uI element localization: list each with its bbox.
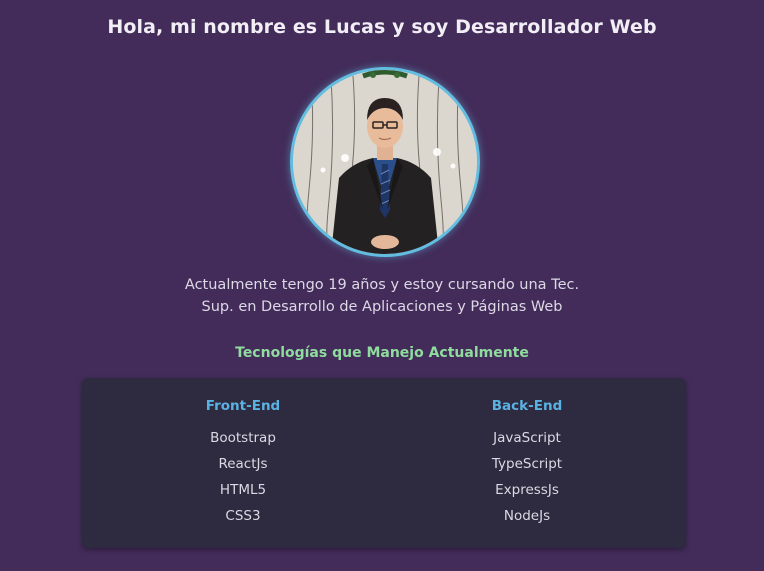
bio-line-2: Sup. en Desarrollo de Aplicaciones y Pág… [201,299,563,315]
frontend-item: HTML5 [219,482,267,498]
frontend-column: Front-End Bootstrap ReactJs HTML5 CSS3 [92,398,394,529]
frontend-title: Front-End [205,398,281,414]
backend-title: Back-End [491,398,563,414]
page-title: Hola, mi nombre es Lucas y soy Desarroll… [107,16,657,38]
backend-item: NodeJs [503,508,551,524]
technologies-panel: Front-End Bootstrap ReactJs HTML5 CSS3 B… [82,378,686,548]
profile-photo [290,67,480,257]
backend-item: ExpressJs [495,482,559,498]
technologies-heading: Tecnologías que Manejo Actualmente [235,345,529,361]
frontend-item: ReactJs [218,456,268,472]
bio-text: Actualmente tengo 19 años y estoy cursan… [0,274,764,318]
backend-item: TypeScript [491,456,563,472]
person-portrait-icon [293,70,477,254]
frontend-item: CSS3 [225,508,261,524]
frontend-item: Bootstrap [210,430,276,446]
backend-item: JavaScript [493,430,561,446]
bio-line-1: Actualmente tengo 19 años y estoy cursan… [184,277,580,293]
backend-column: Back-End JavaScript TypeScript ExpressJs… [376,398,678,529]
